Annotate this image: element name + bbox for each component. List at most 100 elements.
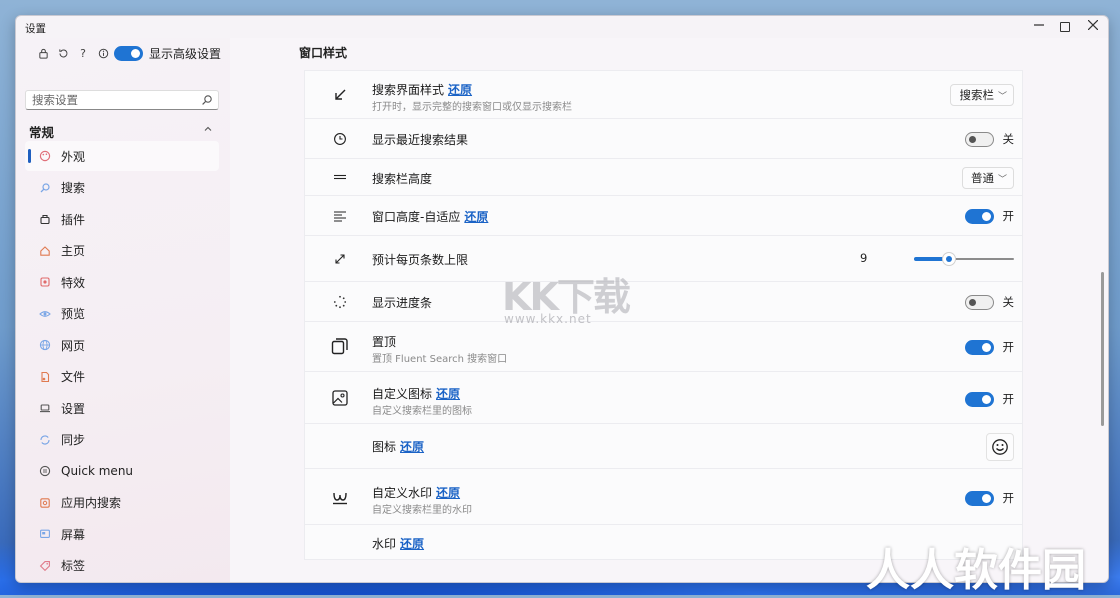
toggle-state: 关 — [1002, 295, 1015, 309]
resize-arrows-icon — [331, 250, 349, 268]
tag-icon — [39, 560, 51, 572]
chevron-up-icon — [204, 126, 212, 131]
setting-search-bar-height: 搜索栏高度 普通 ﹀ — [304, 158, 1023, 195]
reset-link[interactable]: 还原 — [400, 537, 424, 551]
toggle-state: 开 — [1002, 209, 1015, 223]
setting-title: 水印 — [372, 537, 397, 551]
sidebar-item-screen[interactable]: 屏幕 — [25, 519, 219, 549]
sidebar-item-sync[interactable]: 同步 — [25, 425, 219, 455]
section-title: 常规 — [29, 125, 55, 140]
eye-icon — [39, 308, 51, 320]
close-button[interactable] — [1079, 16, 1106, 38]
reset-link[interactable]: 还原 — [436, 486, 460, 500]
setting-search-ui-style: 搜索界面样式 还原 打开时，显示完整的搜索窗口或仅显示搜索栏 搜索栏 ﹀ — [304, 70, 1023, 118]
custom-icon-toggle[interactable] — [964, 391, 994, 407]
image-icon — [331, 389, 349, 407]
layers-icon — [331, 337, 349, 355]
setting-max-items-per-page: 预计每页条数上限 9 — [304, 235, 1023, 281]
setting-custom-icon: 自定义图标 还原 自定义搜索栏里的图标 开 — [304, 371, 1023, 423]
minimize-icon — [1033, 24, 1044, 26]
sidebar-item-web[interactable]: 网页 — [25, 330, 219, 360]
sidebar-item-effects[interactable]: 特效 — [25, 267, 219, 297]
sync-icon — [39, 434, 51, 446]
setting-title: 预计每页条数上限 — [372, 253, 469, 267]
help-icon[interactable]: ? — [74, 44, 92, 62]
reset-link[interactable]: 还原 — [436, 387, 460, 401]
search-ui-style-dropdown[interactable]: 搜索栏 ﹀ — [950, 84, 1014, 106]
sidebar-item-settings[interactable]: 设置 — [25, 393, 219, 423]
setting-show-progress-bar: 显示进度条 关 — [304, 281, 1023, 321]
window-title: 设置 — [25, 23, 46, 35]
setting-subtitle: 打开时，显示完整的搜索窗口或仅显示搜索栏 — [372, 102, 572, 113]
effects-icon — [39, 276, 51, 288]
home-icon — [39, 245, 51, 257]
minimize-button[interactable] — [1025, 16, 1052, 38]
setting-subtitle: 置顶 Fluent Search 搜索窗口 — [372, 354, 508, 365]
search-icon — [39, 182, 51, 194]
setting-title: 图标 — [372, 440, 397, 454]
sidebar-item-plugins[interactable]: 插件 — [25, 204, 219, 234]
chevron-down-icon: ﹀ — [997, 91, 1007, 102]
text-lines-icon — [331, 207, 349, 225]
sidebar-toolbar: ? 显示高级设置 — [34, 44, 221, 62]
spinner-icon — [331, 293, 349, 311]
icon-picker-button[interactable] — [986, 433, 1014, 461]
lock-icon[interactable] — [34, 44, 52, 62]
chevron-down-icon: ﹀ — [997, 174, 1007, 185]
sidebar-item-preview[interactable]: 预览 — [25, 299, 219, 329]
show-progress-bar-toggle[interactable] — [964, 294, 994, 310]
setting-title: 搜索栏高度 — [372, 172, 433, 186]
show-recent-results-toggle[interactable] — [964, 131, 994, 147]
menu-icon — [39, 465, 51, 477]
close-icon — [1087, 19, 1098, 31]
sidebar-item-home[interactable]: 主页 — [25, 236, 219, 266]
toggle-state: 开 — [1002, 340, 1015, 354]
setting-subtitle: 自定义搜索栏里的图标 — [372, 406, 472, 417]
slider-thumb[interactable] — [942, 252, 956, 266]
setting-title: 显示进度条 — [372, 296, 433, 310]
sidebar-item-search[interactable]: 搜索 — [25, 173, 219, 203]
sidebar-item-files[interactable]: 文件 — [25, 362, 219, 392]
maximize-icon — [1059, 21, 1070, 32]
search-bar-height-dropdown[interactable]: 普通 ﹀ — [961, 167, 1014, 189]
plugin-icon — [39, 213, 51, 225]
reset-link[interactable]: 还原 — [400, 440, 424, 454]
slider-value: 9 — [860, 251, 868, 265]
toggle-state: 开 — [1002, 491, 1015, 505]
sidebar-item-appearance[interactable]: 外观 — [25, 141, 219, 171]
laptop-icon — [39, 402, 51, 414]
always-on-top-toggle[interactable] — [964, 339, 994, 355]
custom-watermark-toggle[interactable] — [964, 490, 994, 506]
maximize-button[interactable] — [1051, 16, 1078, 38]
watermark-icon — [331, 489, 349, 507]
reset-link[interactable]: 还原 — [448, 83, 472, 97]
setting-custom-watermark: 自定义水印 还原 自定义搜索栏里的水印 开 — [304, 468, 1023, 524]
settings-search-box — [25, 90, 219, 110]
sidebar-nav: 外观 搜索 插件 主页 特效 预览 网页 文件 设置 同步 Quick menu… — [25, 141, 219, 582]
content-scrollbar[interactable] — [1101, 272, 1104, 426]
sidebar-item-tags[interactable]: 标签 — [25, 551, 219, 581]
settings-list: 搜索界面样式 还原 打开时，显示完整的搜索窗口或仅显示搜索栏 搜索栏 ﹀ 显示最近… — [304, 70, 1023, 560]
setting-subtitle: 自定义搜索栏里的水印 — [372, 505, 472, 516]
window-height-auto-toggle[interactable] — [964, 208, 994, 224]
file-icon — [39, 371, 51, 383]
sidebar-item-quick-menu[interactable]: Quick menu — [25, 456, 219, 486]
section-general[interactable]: 常规 — [29, 122, 219, 140]
history-icon[interactable] — [54, 44, 72, 62]
search-icon[interactable] — [201, 94, 213, 106]
setting-title: 自定义水印 — [372, 486, 433, 500]
max-items-slider[interactable] — [914, 252, 1014, 266]
reset-link[interactable]: 还原 — [464, 210, 488, 224]
page-title: 窗口样式 — [299, 46, 348, 60]
info-icon[interactable] — [94, 44, 112, 62]
settings-search-input[interactable] — [26, 91, 202, 109]
setting-title: 显示最近搜索结果 — [372, 133, 469, 147]
setting-always-on-top: 置顶 置顶 Fluent Search 搜索窗口 开 — [304, 321, 1023, 371]
sidebar-item-in-app-search[interactable]: 应用内搜索 — [25, 488, 219, 518]
setting-title: 窗口高度-自适应 — [372, 210, 461, 224]
setting-title: 置顶 — [372, 335, 397, 349]
globe-icon — [39, 339, 51, 351]
toggle-state: 开 — [1002, 392, 1015, 406]
screen-icon — [39, 528, 51, 540]
advanced-settings-toggle[interactable] — [114, 45, 143, 61]
